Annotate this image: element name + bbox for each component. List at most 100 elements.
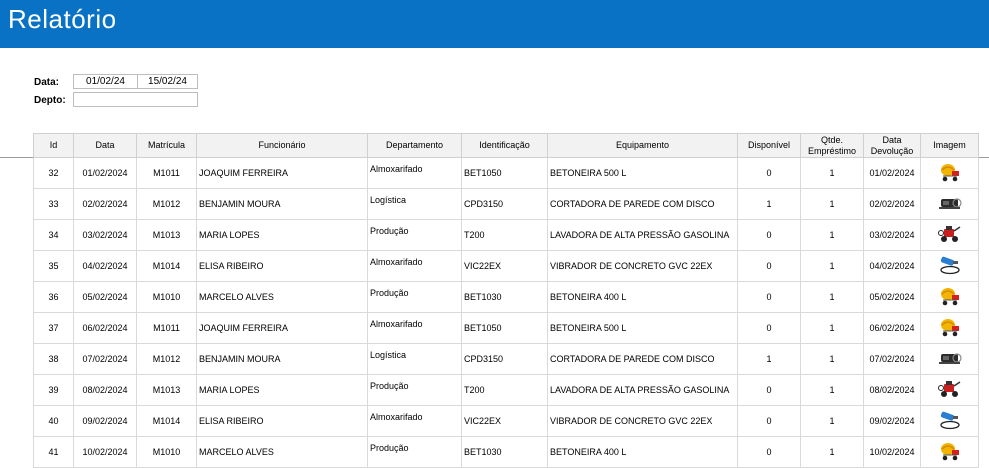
pressure-washer-icon (937, 224, 962, 246)
wall-cutter-icon (938, 194, 962, 214)
cell-data: 10/02/2024 (73, 436, 137, 468)
table-row[interactable]: 37 06/02/2024 M1011 JOAQUIM FERREIRA Almoxar… (33, 312, 979, 344)
cell-qtde: 1 (800, 281, 864, 313)
pressure-washer-icon (937, 379, 962, 401)
cell-identificacao: BET1050 (461, 312, 548, 344)
col-header-qtde[interactable]: Qtde. Empréstimo (800, 133, 864, 158)
concrete-vibrator-icon (938, 410, 962, 432)
cell-identificacao: BET1050 (461, 157, 548, 189)
cell-matricula: M1012 (136, 343, 197, 375)
cell-disponivel: 0 (737, 374, 801, 406)
cell-funcionario: MARIA LOPES (196, 374, 368, 406)
cell-matricula: M1012 (136, 188, 197, 220)
cell-disponivel: 0 (737, 436, 801, 468)
concrete-mixer-icon (939, 162, 961, 184)
col-header-imagem[interactable]: Imagem (920, 133, 979, 158)
table-row[interactable]: 38 07/02/2024 M1012 BENJAMIN MOURA Logística… (33, 343, 979, 375)
cell-equipamento: BETONEIRA 400 L (547, 281, 738, 313)
cell-funcionario: BENJAMIN MOURA (196, 188, 368, 220)
concrete-vibrator-icon (938, 255, 962, 277)
cell-matricula: M1011 (136, 312, 197, 344)
cell-qtde: 1 (800, 250, 864, 282)
col-header-id[interactable]: Id (33, 133, 74, 158)
cell-imagem (920, 343, 979, 375)
cell-departamento: Almoxarifado (367, 405, 462, 437)
col-header-disponivel[interactable]: Disponível (737, 133, 801, 158)
cell-data: 03/02/2024 (73, 219, 137, 251)
cell-qtde: 1 (800, 343, 864, 375)
cell-equipamento: BETONEIRA 400 L (547, 436, 738, 468)
cell-matricula: M1010 (136, 281, 197, 313)
depto-label: Depto: (34, 95, 66, 106)
date-from-field[interactable]: 01/02/24 (73, 74, 138, 89)
cell-identificacao: T200 (461, 219, 548, 251)
cell-departamento: Almoxarifado (367, 157, 462, 189)
cell-id: 34 (33, 219, 74, 251)
depto-field[interactable] (73, 92, 198, 107)
cell-id: 32 (33, 157, 74, 189)
col-header-equipamento[interactable]: Equipamento (547, 133, 738, 158)
table-row[interactable]: 35 04/02/2024 M1014 ELISA RIBEIRO Almoxarifa… (33, 250, 979, 282)
cell-devolucao: 10/02/2024 (863, 436, 921, 468)
table-row[interactable]: 39 08/02/2024 M1013 MARIA LOPES Produção T200… (33, 374, 979, 406)
cell-imagem (920, 281, 979, 313)
cell-departamento: Almoxarifado (367, 312, 462, 344)
date-to-field[interactable]: 15/02/24 (137, 74, 198, 89)
cell-departamento: Almoxarifado (367, 250, 462, 282)
col-header-identificacao[interactable]: Identificação (461, 133, 548, 158)
cell-qtde: 1 (800, 157, 864, 189)
report-header: Relatório (0, 0, 989, 48)
table-row[interactable]: 36 05/02/2024 M1010 MARCELO ALVES Produção BE… (33, 281, 979, 313)
cell-devolucao: 03/02/2024 (863, 219, 921, 251)
table-row[interactable]: 41 10/02/2024 M1010 MARCELO ALVES Produção BE… (33, 436, 979, 468)
cell-data: 04/02/2024 (73, 250, 137, 282)
date-label: Data: (34, 77, 60, 88)
cell-funcionario: ELISA RIBEIRO (196, 405, 368, 437)
cell-imagem (920, 374, 979, 406)
cell-departamento: Produção (367, 436, 462, 468)
col-header-devolucao[interactable]: Data Devolução (863, 133, 921, 158)
cell-disponivel: 0 (737, 250, 801, 282)
cell-equipamento: LAVADORA DE ALTA PRESSÃO GASOLINA (547, 219, 738, 251)
cell-departamento: Logística (367, 188, 462, 220)
cell-matricula: M1014 (136, 405, 197, 437)
cell-equipamento: CORTADORA DE PAREDE COM DISCO (547, 188, 738, 220)
col-header-data[interactable]: Data (73, 133, 137, 158)
cell-imagem (920, 250, 979, 282)
table-body: 32 01/02/2024 M1011 JOAQUIM FERREIRA Almoxar… (33, 157, 979, 468)
col-header-funcionario[interactable]: Funcionário (196, 133, 368, 158)
cell-departamento: Produção (367, 219, 462, 251)
cell-data: 09/02/2024 (73, 405, 137, 437)
cell-identificacao: T200 (461, 374, 548, 406)
cell-funcionario: BENJAMIN MOURA (196, 343, 368, 375)
cell-equipamento: CORTADORA DE PAREDE COM DISCO (547, 343, 738, 375)
cell-imagem (920, 436, 979, 468)
cell-funcionario: MARCELO ALVES (196, 436, 368, 468)
cell-disponivel: 0 (737, 281, 801, 313)
cell-id: 41 (33, 436, 74, 468)
cell-matricula: M1011 (136, 157, 197, 189)
table-row[interactable]: 40 09/02/2024 M1014 ELISA RIBEIRO Almoxarifa… (33, 405, 979, 437)
table-header-row: Id Data Matrícula Funcionário Departamen… (33, 133, 979, 158)
cell-qtde: 1 (800, 436, 864, 468)
cell-departamento: Produção (367, 374, 462, 406)
col-header-matricula[interactable]: Matrícula (136, 133, 197, 158)
table-row[interactable]: 32 01/02/2024 M1011 JOAQUIM FERREIRA Almoxar… (33, 157, 979, 189)
cell-devolucao: 06/02/2024 (863, 312, 921, 344)
cell-departamento: Logística (367, 343, 462, 375)
cell-qtde: 1 (800, 312, 864, 344)
col-header-departamento[interactable]: Departamento (367, 133, 462, 158)
cell-disponivel: 1 (737, 188, 801, 220)
cell-disponivel: 0 (737, 157, 801, 189)
cell-identificacao: VIC22EX (461, 250, 548, 282)
cell-matricula: M1013 (136, 219, 197, 251)
col-header-devolucao-line1: Data (882, 134, 902, 145)
cell-identificacao: BET1030 (461, 436, 548, 468)
table-row[interactable]: 34 03/02/2024 M1013 MARIA LOPES Produção T200… (33, 219, 979, 251)
cell-qtde: 1 (800, 374, 864, 406)
cell-disponivel: 0 (737, 312, 801, 344)
cell-devolucao: 05/02/2024 (863, 281, 921, 313)
cell-id: 35 (33, 250, 74, 282)
cell-identificacao: BET1030 (461, 281, 548, 313)
table-row[interactable]: 33 02/02/2024 M1012 BENJAMIN MOURA Logística… (33, 188, 979, 220)
